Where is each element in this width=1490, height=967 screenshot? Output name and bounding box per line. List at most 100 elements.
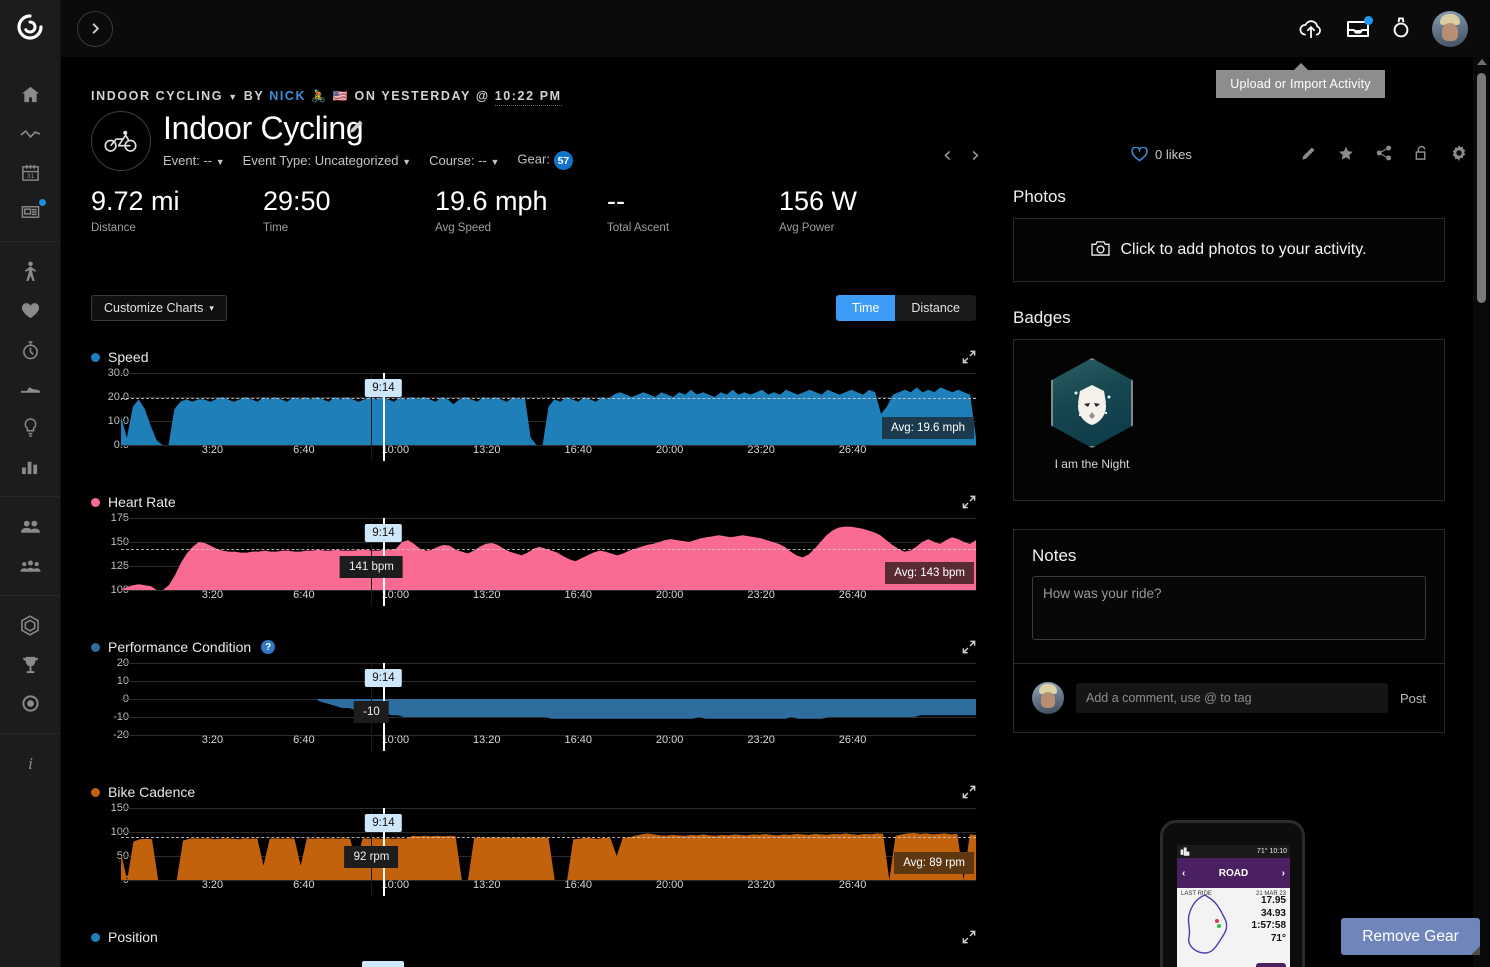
expand-chart-icon[interactable] [962,495,976,509]
x-tick-label: 16:40 [564,734,592,746]
x-tick-label: 13:20 [473,734,501,746]
x-tick-label: 20:00 [655,734,684,746]
inbox-badge-dot [1364,15,1373,25]
share-icon[interactable] [1376,145,1392,161]
previous-activity-arrow[interactable]: ‹ [943,145,952,167]
gear-count-badge[interactable]: 57 [553,151,573,170]
tab-distance[interactable]: Distance [895,295,976,321]
post-comment-button[interactable]: Post [1400,691,1426,706]
gear-settings-icon[interactable] [1451,145,1467,161]
breadcrumb-activity-type[interactable]: INDOOR CYCLING [91,89,223,103]
chevron-down-icon[interactable]: ▼ [402,157,411,167]
info-icon[interactable]: i [10,744,50,783]
help-icon[interactable]: ? [261,640,276,654]
heart-icon[interactable] [10,291,50,330]
device-signal-icon: ▮▙ [1180,848,1190,856]
event-dropdown[interactable]: Event: -- ▼ [163,153,225,168]
badge-hex-icon[interactable] [10,606,50,645]
breadcrumb: INDOOR CYCLING ▼ BY NICK 🚴 🇺🇸 ON YESTERD… [91,89,562,106]
stat-value: -- [607,186,625,216]
chevron-down-icon[interactable]: ▼ [491,157,500,167]
news-feed-icon[interactable] [10,192,50,231]
add-photos-label: Click to add photos to your activity. [1120,241,1367,258]
remove-gear-button[interactable]: Remove Gear [1341,918,1480,955]
x-tick-label: 10:00 [381,734,410,746]
connect-logo-icon[interactable] [17,14,43,45]
comment-avatar [1032,682,1064,714]
expand-chart-icon[interactable] [962,350,976,364]
avatar[interactable] [1432,10,1468,47]
device-prev-icon: ‹ [1182,867,1186,879]
notes-input[interactable] [1032,576,1426,640]
target-icon[interactable] [10,684,50,723]
privacy-lock-icon[interactable] [1414,145,1429,161]
stat-distance: 9.72 mi Distance [91,186,263,234]
x-tick-label: 26:40 [838,734,867,746]
svg-text:31: 31 [26,173,34,180]
x-tick-label: 23:20 [747,589,775,601]
scrollbar-up-arrow[interactable] [1477,59,1487,65]
x-tick-label: 26:40 [838,879,867,891]
x-tick-label: 16:40 [564,589,592,601]
gear-field[interactable]: Gear: 57 [517,151,573,170]
add-photos-dropzone[interactable]: Click to add photos to your activity. [1013,218,1445,282]
breadcrumb-user[interactable]: NICK [269,89,306,103]
customize-charts-label: Customize Charts [104,301,204,315]
expand-chart-icon[interactable] [962,785,976,799]
next-activity-arrow[interactable]: › [971,145,980,167]
activity-type-icon [91,111,151,171]
breadcrumb-when: ON YESTERDAY @ [354,89,495,103]
chart-plot[interactable]: 30.020.010.00.03:206:4010:0013:2016:4020… [91,367,976,461]
event-type-dropdown[interactable]: Event Type: Uncategorized ▼ [243,153,411,168]
breadcrumb-time[interactable]: 10:22 PM [494,89,562,106]
stat-label: Distance [91,221,136,234]
expand-chart-icon[interactable] [962,640,976,654]
stat-label: Total Ascent [607,221,670,234]
connections-icon[interactable] [10,507,50,546]
page-scrollbar[interactable] [1473,57,1489,967]
activity-pulse-icon[interactable] [10,114,50,153]
scrollbar-thumb[interactable] [1477,73,1486,303]
comment-input[interactable] [1076,683,1388,713]
customize-charts-button[interactable]: Customize Charts ▾ [91,295,227,321]
average-flag: Avg: 19.6 mph [882,417,974,439]
favorite-star-icon[interactable] [1338,146,1354,161]
tab-time[interactable]: Time [836,295,896,321]
notes-section-title: Notes [1032,546,1077,565]
device-body: ▮▙ 71° 10:10 ‹ ROAD › LAST RIDE 21 MAR 2… [1160,820,1305,967]
watch-icon[interactable] [1392,16,1410,41]
course-dropdown[interactable]: Course: -- ▼ [429,153,499,168]
shoe-icon[interactable] [10,369,50,408]
chevron-down-icon[interactable]: ▼ [228,92,239,102]
device-stat-temp: 71° [1270,932,1286,944]
inbox-icon[interactable] [1346,15,1373,40]
stopwatch-icon[interactable] [10,330,50,369]
person-active-icon[interactable] [10,252,50,291]
upload-cloud-icon[interactable] [1298,18,1324,40]
likes-control[interactable]: 0 likes [1131,147,1192,162]
edit-activity-icon[interactable] [1301,146,1316,161]
rail-group-info: i [0,734,60,793]
chart-plot[interactable]: 1501005003:206:4010:0013:2016:4020:0023:… [91,802,976,896]
home-icon[interactable] [10,75,50,114]
edit-title-pencil-icon[interactable] [349,119,364,139]
chart-plot[interactable] [91,953,976,967]
chevron-down-icon[interactable]: ▼ [216,157,225,167]
groups-icon[interactable] [10,546,50,585]
lightbulb-icon[interactable] [10,408,50,447]
expand-sidebar-button[interactable] [77,10,113,47]
expand-chart-icon[interactable] [962,930,976,944]
x-tick-label: 6:40 [293,734,315,746]
rail-group-health [0,242,60,497]
badge-item[interactable]: I am the Night [1036,358,1148,471]
plot-area: 3:20 6:40 10:00 13:20 16:40 20:00 23:20 26:40 [121,518,976,606]
chart-speed: Speed30.020.010.00.03:206:4010:0013:2016… [91,347,976,461]
chart-title: Bike Cadence [108,784,196,800]
trophy-icon[interactable] [10,645,50,684]
calendar-icon[interactable]: 31 [10,153,50,192]
bar-chart-icon[interactable] [10,447,50,486]
x-axis: 3:20 6:40 10:00 13:20 16:40 20:00 23:20 26:40 [121,734,976,746]
stats-row: 9.72 mi Distance 29:50 Time 19.6 mph Avg… [91,186,951,234]
chart-plot[interactable]: 175 150 125 100 3:20 6:40 10:00 13:20 16:40 20:00… [91,512,976,606]
chart-plot[interactable]: 20100-10-203:206:4010:0013:2016:4020:002… [91,657,976,751]
